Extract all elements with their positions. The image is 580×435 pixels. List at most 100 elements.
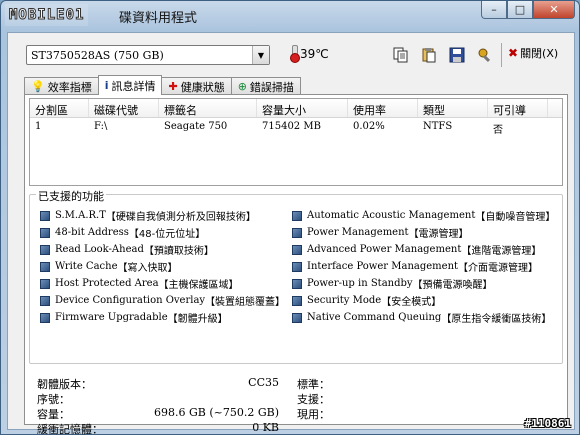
tab-label: 訊息詳情 bbox=[111, 79, 156, 93]
window-title: 碟資料用程式 bbox=[119, 11, 198, 26]
feature-item: Device Configuration Overlay 【裝置組態覆蓋】 bbox=[40, 292, 285, 309]
toolbar-icons bbox=[390, 44, 496, 66]
column-header[interactable]: 容量大小 bbox=[257, 99, 348, 117]
title-bar[interactable]: MOBILE01 碟資料用程式 – □ ✕ bbox=[1, 1, 579, 31]
copy-icon[interactable] bbox=[390, 44, 412, 66]
current-label: 現用： bbox=[297, 408, 330, 421]
cache-row: 緩衝記憶體： 0 KB bbox=[29, 421, 563, 435]
features-legend: 已支援的功能 bbox=[36, 188, 106, 204]
feature-item: Power Management 【電源管理】 bbox=[292, 224, 555, 241]
feature-item: Advanced Power Management 【進階電源管理】 bbox=[292, 241, 555, 258]
feature-item: Interface Power Management 【介面電源管理】 bbox=[292, 258, 555, 275]
tab-performance[interactable]: 💡 效率指標 bbox=[24, 77, 99, 95]
feature-item: Native Command Queuing 【原生指令緩衝區技術】 bbox=[292, 309, 555, 326]
info-details-panel: 分割區 磁碟代號 標籤名 容量大小 使用率 類型 可引導 1 F:\ Seaga… bbox=[24, 94, 568, 435]
table-cell: 715402 MB bbox=[262, 121, 321, 132]
serial-row: 序號： 支援： bbox=[29, 391, 563, 407]
features-right-column: Automatic Acoustic Management 【自動噪音管理】 Po… bbox=[292, 207, 555, 326]
partition-table[interactable]: 分割區 磁碟代號 標籤名 容量大小 使用率 類型 可引導 1 F:\ Seaga… bbox=[29, 98, 563, 186]
tab-error-scan[interactable]: ⊕ 錯誤掃描 bbox=[230, 77, 301, 95]
temperature-value: 39℃ bbox=[300, 47, 329, 61]
watermark: #110861 bbox=[524, 417, 571, 430]
serial-label: 序號： bbox=[37, 393, 70, 406]
tab-strip: 💡 效率指標 i 訊息詳情 ✚ 健康狀態 ⊕ 錯誤掃描 bbox=[24, 75, 301, 95]
column-header[interactable]: 類型 bbox=[418, 99, 488, 117]
feature-bullet-icon bbox=[292, 261, 302, 272]
cache-value: 0 KB bbox=[252, 421, 279, 434]
feature-bullet-icon bbox=[40, 210, 50, 221]
table-cell: 1 bbox=[35, 121, 42, 132]
feature-item: Firmware Upgradable 【韌體升級】 bbox=[40, 309, 285, 326]
feature-item: Read Look-Ahead 【預讀取技術】 bbox=[40, 241, 285, 258]
feature-bullet-icon bbox=[292, 295, 302, 306]
column-header[interactable]: 分割區 bbox=[30, 99, 89, 117]
feature-bullet-icon bbox=[292, 210, 302, 221]
info-icon: i bbox=[104, 79, 109, 92]
firmware-row: 韌體版本： CC35 標準： bbox=[29, 376, 563, 392]
features-left-column: S.M.A.R.T 【硬碟自我偵測分析及回報技術】 48-bit Address 【… bbox=[40, 207, 285, 326]
thermometer-icon bbox=[290, 45, 300, 63]
toolbar: ST3750528AS (750 GB) ▼ 39℃ ✖ 關閉(X) bbox=[8, 33, 574, 75]
table-cell: 0.02% bbox=[353, 121, 385, 132]
column-header[interactable]: 可引導 bbox=[488, 99, 548, 117]
column-header[interactable]: 使用率 bbox=[348, 99, 418, 117]
client-area: ST3750528AS (750 GB) ▼ 39℃ ✖ 關閉(X) 💡 效率指… bbox=[7, 32, 575, 435]
feature-item: 48-bit Address 【48-位元位址】 bbox=[40, 224, 285, 241]
minimize-button[interactable]: – bbox=[481, 1, 507, 19]
mobile01-logo: MOBILE01 bbox=[5, 4, 89, 26]
capacity-row: 容量： 698.6 GB (~750.2 GB) 現用： bbox=[29, 406, 563, 422]
feature-item: Security Mode 【安全模式】 bbox=[292, 292, 555, 309]
feature-bullet-icon bbox=[40, 295, 50, 306]
firmware-label: 韌體版本： bbox=[37, 378, 92, 391]
feature-bullet-icon bbox=[292, 312, 302, 323]
table-row[interactable]: 1 F:\ Seagate 750 715402 MB 0.02% NTFS 否 bbox=[30, 118, 562, 136]
feature-item: Automatic Acoustic Management 【自動噪音管理】 bbox=[292, 207, 555, 224]
feature-bullet-icon bbox=[40, 261, 50, 272]
tools-icon[interactable] bbox=[474, 44, 496, 66]
feature-bullet-icon bbox=[292, 244, 302, 255]
feature-bullet-icon bbox=[40, 312, 50, 323]
close-button[interactable]: ✖ 關閉(X) bbox=[508, 45, 558, 61]
supported-features-group: 已支援的功能 S.M.A.R.T 【硬碟自我偵測分析及回報技術】 48-bit A… bbox=[29, 188, 563, 364]
toolbar-separator bbox=[501, 43, 502, 67]
bulb-icon: 💡 bbox=[31, 80, 45, 93]
app-window: MOBILE01 碟資料用程式 – □ ✕ ST3750528AS (750 G… bbox=[0, 0, 580, 435]
feature-item: Power-up in Standby 【預備電源喚醒】 bbox=[292, 275, 555, 292]
drive-select-value: ST3750528AS (750 GB) bbox=[31, 49, 164, 62]
feature-item: Host Protected Area 【主機保護區域】 bbox=[40, 275, 285, 292]
table-cell: F:\ bbox=[94, 121, 108, 132]
maximize-button[interactable]: □ bbox=[507, 1, 533, 19]
tab-label: 錯誤掃描 bbox=[249, 80, 294, 94]
tab-label: 健康狀態 bbox=[180, 80, 225, 94]
capacity-value: 698.6 GB (~750.2 GB) bbox=[153, 406, 279, 419]
tab-label: 效率指標 bbox=[47, 80, 92, 94]
column-header[interactable]: 磁碟代號 bbox=[89, 99, 159, 117]
feature-bullet-icon bbox=[40, 227, 50, 238]
tab-info-details[interactable]: i 訊息詳情 bbox=[97, 75, 163, 95]
chevron-down-icon[interactable]: ▼ bbox=[252, 46, 269, 64]
temperature-readout: 39℃ bbox=[290, 45, 329, 63]
feature-bullet-icon bbox=[292, 227, 302, 238]
feature-bullet-icon bbox=[40, 278, 50, 289]
scan-icon: ⊕ bbox=[237, 80, 247, 93]
cache-label: 緩衝記憶體： bbox=[37, 423, 103, 435]
close-button-label: 關閉(X) bbox=[520, 47, 559, 60]
window-close-button[interactable]: ✕ bbox=[533, 1, 575, 19]
table-cell: NTFS bbox=[423, 121, 453, 132]
standard-label: 標準： bbox=[297, 378, 330, 391]
support-label: 支援： bbox=[297, 393, 330, 406]
paste-icon[interactable] bbox=[418, 44, 440, 66]
drive-select[interactable]: ST3750528AS (750 GB) ▼ bbox=[26, 45, 270, 65]
column-header[interactable]: 標籤名 bbox=[159, 99, 257, 117]
firmware-value: CC35 bbox=[248, 376, 279, 389]
save-icon[interactable] bbox=[446, 44, 468, 66]
tab-health[interactable]: ✚ 健康狀態 bbox=[161, 77, 232, 95]
table-header: 分割區 磁碟代號 標籤名 容量大小 使用率 類型 可引導 bbox=[30, 99, 562, 118]
window-controls: – □ ✕ bbox=[481, 1, 575, 19]
capacity-label: 容量： bbox=[37, 408, 70, 421]
feature-item: Write Cache 【寫入快取】 bbox=[40, 258, 285, 275]
feature-bullet-icon bbox=[40, 244, 50, 255]
drive-info-section: 韌體版本： CC35 標準： 序號： 支援： 容量： 698.6 GB (~75… bbox=[29, 376, 563, 435]
close-x-icon: ✖ bbox=[508, 46, 519, 60]
feature-bullet-icon bbox=[292, 278, 302, 289]
